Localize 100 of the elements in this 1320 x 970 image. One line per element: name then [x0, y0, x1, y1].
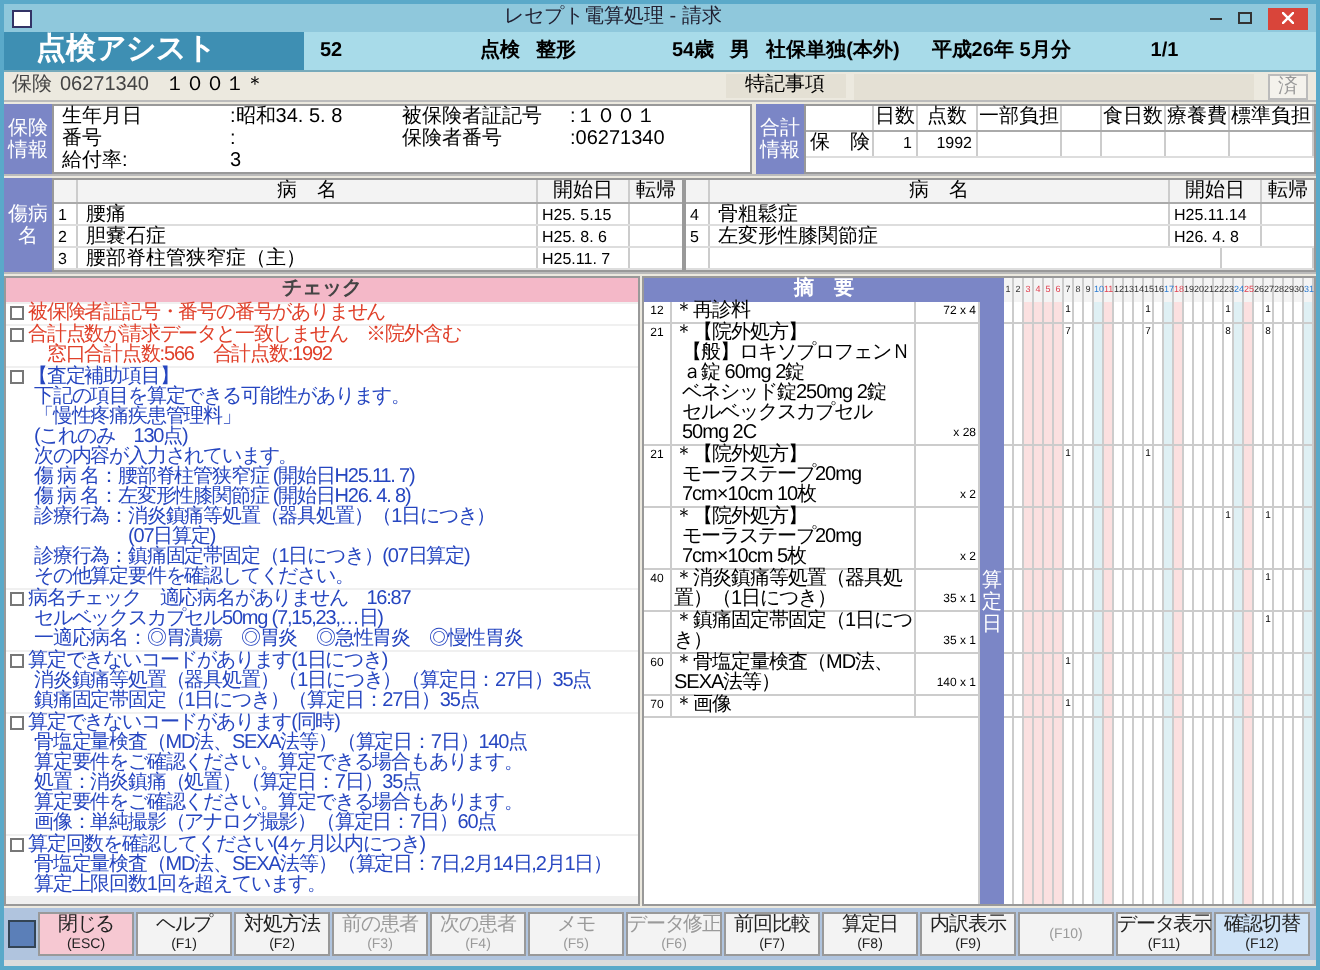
treatment-line: モーラステープ20mg 7cm×10cm 10枚 [680, 466, 864, 506]
app-title: 点検アシスト [36, 30, 216, 71]
treatment-line: ＊【院外処方】 [674, 324, 807, 344]
check-message: 窓口合計点数:566 合計点数:1992 [46, 346, 334, 366]
column-header: 食日数 [1102, 106, 1166, 130]
checkbox[interactable] [10, 328, 24, 342]
info-value: : [230, 128, 236, 150]
check-message: 骨塩定量検査（MD法、SEXA法等）（算定日：7日）140点 [32, 734, 527, 754]
column-header: 日数 [874, 106, 918, 130]
check-message: 算定要件をご確認ください。算定できる場合もあります。 [32, 754, 525, 774]
check-message: 処置：消炎鎮痛（処置）（算定日：7日）35点 [32, 774, 421, 794]
treatment-line: ＊【院外処方】 [674, 508, 807, 528]
start-date: H25. 8. 6 [538, 226, 630, 246]
table-cell: 1992 [918, 132, 978, 156]
disease-name: 骨粗鬆症 [710, 204, 1170, 224]
start-date: H25.11. 7 [538, 248, 630, 268]
insurance-symbol: １００１＊ [165, 74, 267, 98]
column-header: 開始日 [538, 180, 630, 202]
check-message: 算定回数を確認してください(4ヶ月以内につき) [28, 836, 427, 856]
check-message: 下記の項目を算定できる可能性があります。 [32, 388, 413, 408]
insurance-info-label: 保険情報 [8, 117, 48, 161]
check-message: 【査定補助項目】 [28, 368, 179, 388]
special-notes-label: 特記事項 [725, 74, 845, 98]
check-message: 合計点数が請求データと一致しません ※院外含む [28, 326, 461, 346]
check-message: 被保険者証記号・番号の番号がありません [28, 304, 386, 324]
insurance-type-label: 社保単独(本外) [766, 37, 900, 66]
check-message: 病名チェック 適応病名がありません 16:87 [28, 590, 413, 610]
row-number: 4 [686, 204, 710, 224]
checkbox[interactable] [10, 838, 24, 852]
table-cell: 1 [874, 132, 918, 156]
row-label: 保 険 [806, 132, 874, 156]
checkbox[interactable] [10, 306, 24, 320]
column-header: 病 名 [710, 180, 1170, 202]
checkbox[interactable] [10, 592, 24, 606]
disease-label: 傷病名 [8, 203, 48, 247]
treatment-line: セルベックスカプセル50mg 2C [680, 404, 875, 444]
totals-label: 合計情報 [760, 117, 800, 161]
age-label: 54歳 [672, 37, 715, 66]
check-message: その他算定要件を確認してください。 [34, 568, 354, 588]
disease-name: 胆嚢石症 [78, 226, 538, 246]
column-header: 一部負担 [978, 106, 1062, 130]
check-message: 「慢性疼痛疾患管理料」 [32, 408, 243, 428]
insurance-label: 保険 [12, 74, 52, 98]
info-label: 被保険者証記号 [402, 106, 544, 128]
start-date: H26. 4. 8 [1170, 226, 1262, 246]
column-header: 点数 [918, 106, 978, 130]
row-number: 2 [54, 226, 78, 246]
info-label: 生年月日 [62, 106, 144, 128]
patient-number: 52 [320, 38, 345, 66]
treatment-line: ＊【院外処方】 [674, 446, 807, 466]
row-number: 1 [54, 204, 78, 224]
disease-name: 腰部脊柱管狭窄症（主） [78, 248, 538, 268]
treatment-line: ＊骨塩定量検査（MD法、SEXA法等） [674, 654, 896, 694]
start-date: H25.11.14 [1170, 204, 1262, 224]
insurer-number: 06271340 [60, 74, 149, 98]
treatment-line: ＊画像 [674, 696, 733, 716]
check-message: 算定要件をご確認ください。算定できる場合もあります。 [32, 794, 525, 814]
mode-label: 点検 [480, 37, 520, 66]
checkbox[interactable] [10, 370, 24, 384]
check-message: 消炎鎮痛等処置（器具処置）（1日につき）（算定日：27日）35点 [32, 672, 592, 692]
check-message: (これのみ 130点) [32, 428, 188, 448]
page-indicator: 1/1 [1150, 38, 1179, 66]
sex-label: 男 [730, 37, 751, 66]
maximize-button[interactable] [1238, 12, 1252, 24]
shift-key[interactable] [8, 920, 36, 948]
check-message: 算定できないコードがあります(1日につき) [28, 652, 390, 672]
info-label: 番号 [62, 128, 102, 150]
info-value: :06271340 [570, 128, 665, 150]
check-message: 鎮痛固定帯固定（1日につき）（算定日：27日）35点 [32, 692, 481, 712]
check-panel-header: チェック [6, 278, 638, 302]
side-label: 算定日 [982, 570, 1002, 636]
checkbox[interactable] [10, 716, 24, 730]
checkbox[interactable] [10, 654, 24, 668]
start-date: H25. 5.15 [538, 204, 630, 224]
special-notes-field[interactable] [853, 73, 1253, 99]
treatment-panel-header: 摘 要 [644, 278, 1004, 302]
row-number: 5 [686, 226, 710, 246]
check-message: 骨塩定量検査（MD法、SEXA法等）（算定日：7日,2月14日,2月1日） [32, 856, 612, 876]
info-value: 3 [230, 150, 242, 172]
check-message: セルベックスカプセル50mg (7,15,23,…日) [32, 610, 383, 630]
app-icon [12, 9, 32, 27]
check-message: 診療行為：鎮痛固定帯固定（1日につき）(07日算定) [32, 548, 472, 568]
check-message: 傷 病 名：腰部脊柱管狭窄症 (開始日H25.11. 7) [32, 468, 417, 488]
column-header: 療養費 [1166, 106, 1230, 130]
column-header: 開始日 [1170, 180, 1262, 202]
check-message: 一適応病名：◎胃潰瘍 ◎胃炎 ◎急性胃炎 ◎慢性胃炎 [32, 630, 523, 650]
check-message: 算定できないコードがあります(同時) [28, 714, 342, 734]
minimize-button[interactable] [1210, 17, 1222, 19]
treatment-line: ベネシッド錠250mg 2錠 [680, 384, 888, 404]
window-title: レセプト電算処理 - 請求 [504, 6, 722, 30]
info-label: 給付率: [62, 150, 130, 172]
check-message: 画像：単純撮影（アナログ撮影）（算定日：7日）60点 [32, 814, 497, 834]
disease-name: 腰痛 [78, 204, 538, 224]
close-button[interactable] [1268, 7, 1308, 29]
disease-name: 左変形性膝関節症 [710, 226, 1170, 246]
treatment-line: 【般】ロキソプロフェンＮａ錠 60mg 2錠 [680, 344, 912, 384]
check-message: 診療行為：消炎鎮痛等処置（器具処置）（1日につき） [32, 508, 496, 528]
info-label: 保険者番号 [402, 128, 504, 150]
check-message: 次の内容が入力されています。 [32, 448, 298, 468]
info-value: :１００１ [570, 106, 656, 128]
